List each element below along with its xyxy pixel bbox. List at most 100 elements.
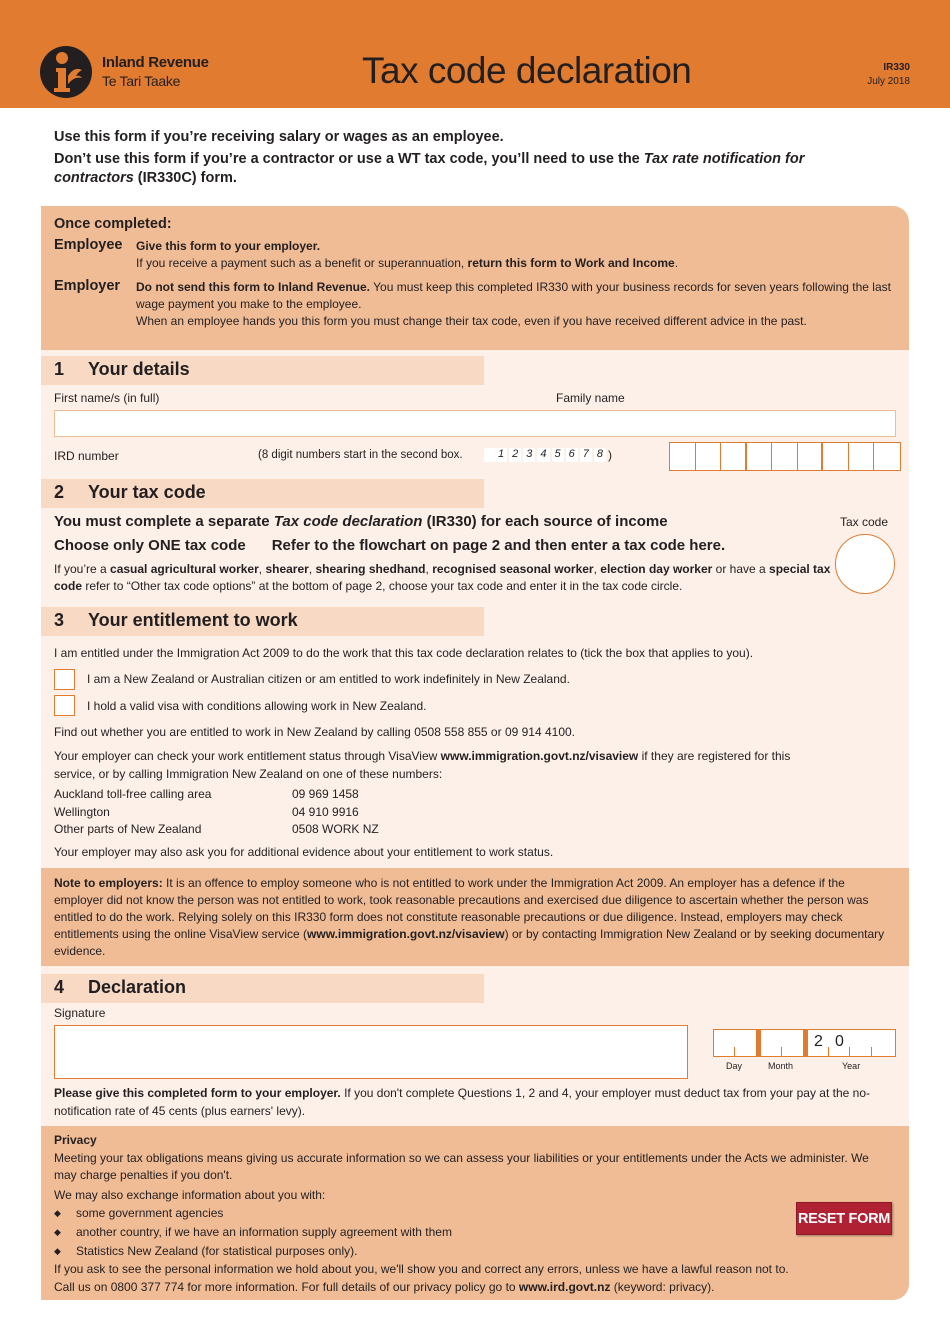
choose-one-text: Choose only ONE tax code [54,537,246,554]
day-label: Day [726,1061,743,1071]
employer-bold: Do not send this form to Inland Revenue. [136,280,371,294]
day-digit[interactable] [735,1030,756,1056]
ird-number-input[interactable] [669,442,901,471]
year-digit[interactable] [850,1030,872,1056]
privacy-heading: Privacy [54,1133,97,1147]
note-to-employers: Note to employers: It is an offence to e… [41,868,909,966]
section1-number: 1 [54,359,65,379]
declaration-note-bold: Please give this completed form to your … [54,1086,341,1100]
intro-line1: Use this form if you’re receiving salary… [54,129,504,145]
ird-digit-box[interactable] [721,443,747,470]
citizen-checkbox[interactable] [54,669,75,690]
intro-text: Use this form if you’re receiving salary… [54,128,884,191]
line1-pre: You must complete a separate [54,513,274,530]
employer-text2: When an employee hands you this form you… [136,314,807,328]
privacy-list-item: ◆ some government agencies [54,1204,896,1223]
find-out-text: Find out whether you are entitled to wor… [54,725,576,739]
section2-header: 2 Your tax code [41,479,484,508]
employer-row: Employer Do not send this form to Inland… [54,278,896,330]
employee-row: Employee Give this form to your employer… [54,237,896,272]
other-tax-code-note: If you’re a casual agricultural worker, … [54,561,834,595]
ird-hint-close: ) [608,448,612,462]
brand-line1: Inland Revenue [102,54,209,71]
ird-digit-box[interactable] [823,443,849,470]
section2-number: 2 [54,482,65,502]
note-bold: shearing shedhand [315,562,426,576]
note-text: or have a [712,562,770,576]
note-bold: shearer [265,562,309,576]
separate-declaration-note: You must complete a separate Tax code de… [54,513,668,530]
privacy-p4-post: (keyword: privacy). [610,1279,715,1294]
year-digit[interactable] [872,1030,894,1056]
year-digit[interactable]: 0 [829,1030,850,1056]
family-name-label: Family name [556,391,625,405]
ird-digit-box[interactable] [695,443,721,470]
citizen-option-label: I am a New Zealand or Australian citizen… [87,672,570,686]
ird-example-digit: 5 [551,448,564,462]
ird-digit-box[interactable] [848,443,874,470]
ird-digit-box[interactable] [772,443,798,470]
employer-label: Employer [54,278,121,294]
entitlement-intro: I am entitled under the Immigration Act … [54,646,754,660]
privacy-p3: If you ask to see the personal informati… [54,1262,789,1276]
name-input[interactable] [54,410,896,437]
form-id: IR330 [883,62,910,73]
intro-line2: Don’t use this form if you’re a contract… [54,150,884,188]
ird-example-digit: 6 [565,448,578,462]
privacy-p2: We may also exchange information about y… [54,1187,326,1202]
ird-example-digit: 4 [537,448,550,462]
brand-line2: Te Tari Taake [102,73,181,89]
phone-place: Auckland toll-free calling area [54,787,212,801]
bullet-icon: ◆ [54,1246,61,1256]
phone-row: Other parts of New Zealand 0508 WORK NZ [54,822,379,836]
visaview-pre: Your employer can check your work entitl… [54,749,441,763]
tax-code-input[interactable] [835,534,895,594]
visaview-link[interactable]: www.immigration.govt.nz/visaview [441,749,639,763]
form-date: July 2018 [867,76,910,87]
phone-number: 0508 WORK NZ [292,822,379,836]
visaview-link[interactable]: www.immigration.govt.nz/visaview [307,927,505,941]
privacy-p4: Call us on 0800 377 774 for more informa… [54,1279,896,1297]
year-digit[interactable]: 2 [808,1030,829,1056]
once-completed-panel: Once completed: Employee Give this form … [41,206,909,350]
section4-title: Declaration [88,977,187,997]
month-digit[interactable] [782,1030,803,1056]
privacy-list-item: ◆ another country, if we have an informat… [54,1223,896,1242]
bullet-text: Statistics New Zealand (for statistical … [76,1244,358,1258]
section4-header: 4 Declaration [41,974,484,1003]
month-digit[interactable] [761,1030,782,1056]
tax-code-label: Tax code [840,515,889,529]
ird-website-link[interactable]: www.ird.govt.nz [519,1280,611,1294]
ird-digit-box[interactable] [797,443,823,470]
phone-number: 04 910 9916 [292,805,359,819]
sections-panel: 1 Your details First name/s (in full) Fam… [41,350,909,868]
date-field[interactable]: 2 0 [713,1029,896,1057]
ird-digit-box[interactable] [746,443,772,470]
privacy-p1: Meeting your tax obligations means givin… [54,1150,869,1183]
brand-name: Inland Revenue Te Tari Taake [102,54,209,90]
note-text: If you’re a [54,562,111,576]
employee-bold: Give this form to your employer. [136,239,321,253]
intro-line2-pre: Don’t use this form if you’re a contract… [54,151,644,167]
flowchart-ref-text: Refer to the flowchart on page 2 and the… [271,537,726,554]
first-name-label: First name/s (in full) [54,391,160,405]
ird-example-digit: 8 [593,448,606,462]
signature-field[interactable] [54,1025,688,1079]
section1-title: Your details [88,359,190,379]
visa-option-label: I hold a valid visa with conditions allo… [87,699,427,713]
declaration-panel: 4 Declaration Signature 2 0 Day Month Yea… [41,966,909,1126]
ird-digit-box[interactable] [874,443,900,470]
bullet-text: some government agencies [76,1206,224,1220]
section4-number: 4 [54,977,65,997]
once-completed-heading: Once completed: [54,216,172,232]
section3-number: 3 [54,610,65,630]
visa-checkbox[interactable] [54,695,75,716]
employee-text-post: . [674,256,679,270]
ird-example-digit: 7 [579,448,592,462]
note-text: refer to “Other tax code options” at the… [82,579,683,593]
reset-form-button[interactable]: RESET FORM [796,1202,892,1235]
day-digit[interactable] [714,1030,735,1056]
privacy-panel: Privacy Meeting your tax obligations mea… [41,1126,909,1300]
ird-digit-box[interactable] [670,443,696,470]
phone-row: Wellington 04 910 9916 [54,805,359,819]
